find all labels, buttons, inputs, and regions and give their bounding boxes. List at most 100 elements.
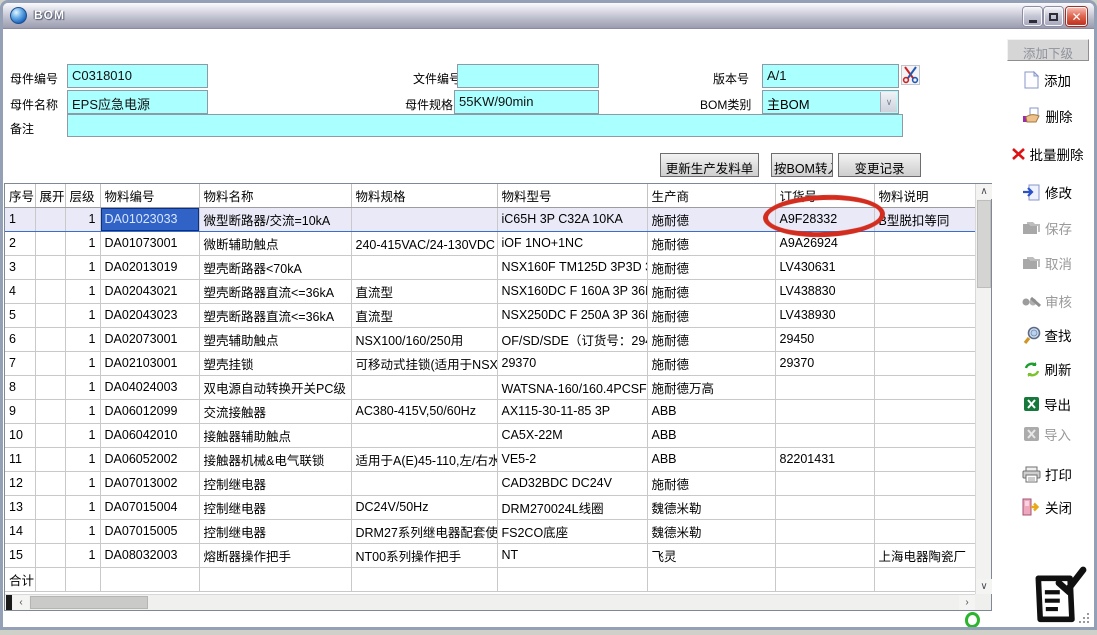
table-row[interactable]: 21DA01073001微断辅助触点240-415VAC/24-130VDC 前… [5, 231, 975, 255]
table-cell[interactable] [35, 495, 65, 519]
table-cell[interactable]: 1 [5, 207, 35, 231]
column-header[interactable]: 序号 [5, 184, 35, 207]
bom-type-select[interactable]: 主BOM ∨ [762, 90, 899, 114]
table-cell[interactable]: DA07013002 [100, 471, 199, 495]
scroll-right-icon[interactable]: › [959, 595, 975, 610]
table-cell[interactable] [35, 279, 65, 303]
parent-name-field[interactable]: EPS应急电源 [67, 90, 208, 114]
table-cell[interactable]: 3 [5, 255, 35, 279]
sidebar-item-refresh[interactable]: 刷新 [997, 356, 1097, 382]
table-cell[interactable]: 塑壳断路器直流<=36kA [199, 303, 351, 327]
table-cell[interactable]: DRM270024L线圈 [497, 495, 647, 519]
table-cell[interactable]: 魏德米勒 [647, 519, 775, 543]
table-row[interactable]: 151DA08032003熔断器操作把手NT00系列操作把手NT飞灵上海电器陶瓷… [5, 543, 975, 567]
table-cell[interactable]: OF/SD/SDE（订货号：2945 [497, 327, 647, 351]
column-header[interactable]: 生产商 [647, 184, 775, 207]
table-cell[interactable]: 合计 [5, 567, 35, 591]
table-cell[interactable]: 1 [65, 255, 100, 279]
table-cell[interactable] [351, 255, 497, 279]
table-cell[interactable]: 熔断器操作把手 [199, 543, 351, 567]
table-cell[interactable] [874, 279, 975, 303]
table-cell[interactable] [35, 543, 65, 567]
table-cell[interactable]: 接触器辅助触点 [199, 423, 351, 447]
table-cell[interactable] [775, 471, 874, 495]
table-cell[interactable] [775, 495, 874, 519]
table-cell[interactable]: NT [497, 543, 647, 567]
minimize-button[interactable] [1023, 7, 1042, 26]
table-cell[interactable] [874, 375, 975, 399]
table-row[interactable]: 111DA06052002接触器机械&电气联锁适用于A(E)45-110,左/右… [5, 447, 975, 471]
table-cell[interactable] [874, 231, 975, 255]
table-cell[interactable] [35, 351, 65, 375]
column-header[interactable]: 物料规格 [351, 184, 497, 207]
table-cell[interactable]: 8 [5, 375, 35, 399]
table-cell[interactable]: 施耐德 [647, 351, 775, 375]
table-cell[interactable] [874, 255, 975, 279]
column-header[interactable]: 物料型号 [497, 184, 647, 207]
table-cell[interactable]: B型脱扣等同 [874, 207, 975, 231]
table-cell[interactable]: 施耐德 [647, 471, 775, 495]
table-cell[interactable] [874, 351, 975, 375]
sidebar-item-export[interactable]: 导出 [997, 391, 1097, 417]
file-code-field[interactable] [457, 64, 599, 88]
scroll-down-icon[interactable]: ∨ [976, 579, 992, 594]
add-child-button[interactable]: 添加下级 [1007, 39, 1089, 61]
sidebar-item-delete[interactable]: 删除 [997, 103, 1097, 129]
table-row[interactable]: 141DA07015005控制继电器DRM27系列继电器配套使用FS2CO底座魏… [5, 519, 975, 543]
table-cell[interactable]: 4 [5, 279, 35, 303]
table-cell[interactable] [874, 303, 975, 327]
table-cell[interactable] [874, 471, 975, 495]
table-cell[interactable]: 11 [5, 447, 35, 471]
table-cell[interactable] [775, 423, 874, 447]
table-cell[interactable] [775, 519, 874, 543]
table-cell[interactable]: CA5X-22M [497, 423, 647, 447]
table-cell[interactable] [351, 471, 497, 495]
table-cell[interactable]: 1 [65, 399, 100, 423]
bom-transfer-button[interactable]: 按BOM转入 [771, 153, 833, 177]
table-row[interactable]: 131DA07015004控制继电器DC24V/50HzDRM270024L线圈… [5, 495, 975, 519]
horizontal-scroll-thumb[interactable] [30, 596, 148, 609]
table-cell[interactable]: ABB [647, 399, 775, 423]
table-cell[interactable]: 82201431 [775, 447, 874, 471]
table-cell[interactable]: 施耐德 [647, 255, 775, 279]
table-cell[interactable] [199, 567, 351, 591]
maximize-button[interactable] [1044, 7, 1063, 26]
table-row[interactable]: 41DA02043021塑壳断路器直流<=36kA直流型NSX160DC F 1… [5, 279, 975, 303]
table-cell[interactable]: 2 [5, 231, 35, 255]
table-cell[interactable] [35, 567, 65, 591]
vertical-scrollbar[interactable]: ∧ ∨ [975, 184, 991, 594]
table-cell[interactable]: 15 [5, 543, 35, 567]
table-cell[interactable]: NSX250DC F 250A 3P 36K [497, 303, 647, 327]
table-cell[interactable]: 施耐德 [647, 231, 775, 255]
table-cell[interactable] [35, 303, 65, 327]
table-cell[interactable]: 1 [65, 279, 100, 303]
title-bar[interactable]: BOM ✕ [3, 3, 1094, 29]
sidebar-item-modify[interactable]: 修改 [997, 179, 1097, 205]
table-cell[interactable]: 9 [5, 399, 35, 423]
table-cell[interactable]: 上海电器陶瓷厂 [874, 543, 975, 567]
table-row[interactable]: 121DA07013002控制继电器CAD32BDC DC24V施耐德 [5, 471, 975, 495]
table-cell[interactable]: LV438830 [775, 279, 874, 303]
table-cell[interactable] [351, 423, 497, 447]
table-cell[interactable]: 10 [5, 423, 35, 447]
table-row[interactable]: 101DA06042010接触器辅助触点CA5X-22MABB [5, 423, 975, 447]
table-cell[interactable]: 1 [65, 423, 100, 447]
table-cell[interactable]: WATSNA-160/160.4PCSF， [497, 375, 647, 399]
table-row[interactable]: 合计 [5, 567, 975, 591]
table-cell[interactable] [647, 567, 775, 591]
table-cell[interactable]: 1 [65, 231, 100, 255]
sidebar-item-add[interactable]: 添加 [997, 67, 1097, 93]
table-cell[interactable]: NSX160F TM125D 3P3D 36 [497, 255, 647, 279]
table-cell[interactable]: 微型断路器/交流=10kA [199, 207, 351, 231]
parent-code-field[interactable]: C0318010 [67, 64, 208, 88]
parent-spec-field[interactable]: 55KW/90min [454, 90, 599, 114]
table-cell[interactable]: 双电源自动转换开关PC级 [199, 375, 351, 399]
table-cell[interactable]: 塑壳挂锁 [199, 351, 351, 375]
table-cell[interactable] [874, 447, 975, 471]
table-cell[interactable]: 12 [5, 471, 35, 495]
table-cell[interactable]: 交流接触器 [199, 399, 351, 423]
chevron-down-icon[interactable]: ∨ [880, 92, 897, 112]
table-cell[interactable] [775, 375, 874, 399]
table-row[interactable]: 31DA02013019塑壳断路器<70kANSX160F TM125D 3P3… [5, 255, 975, 279]
table-cell[interactable]: VE5-2 [497, 447, 647, 471]
